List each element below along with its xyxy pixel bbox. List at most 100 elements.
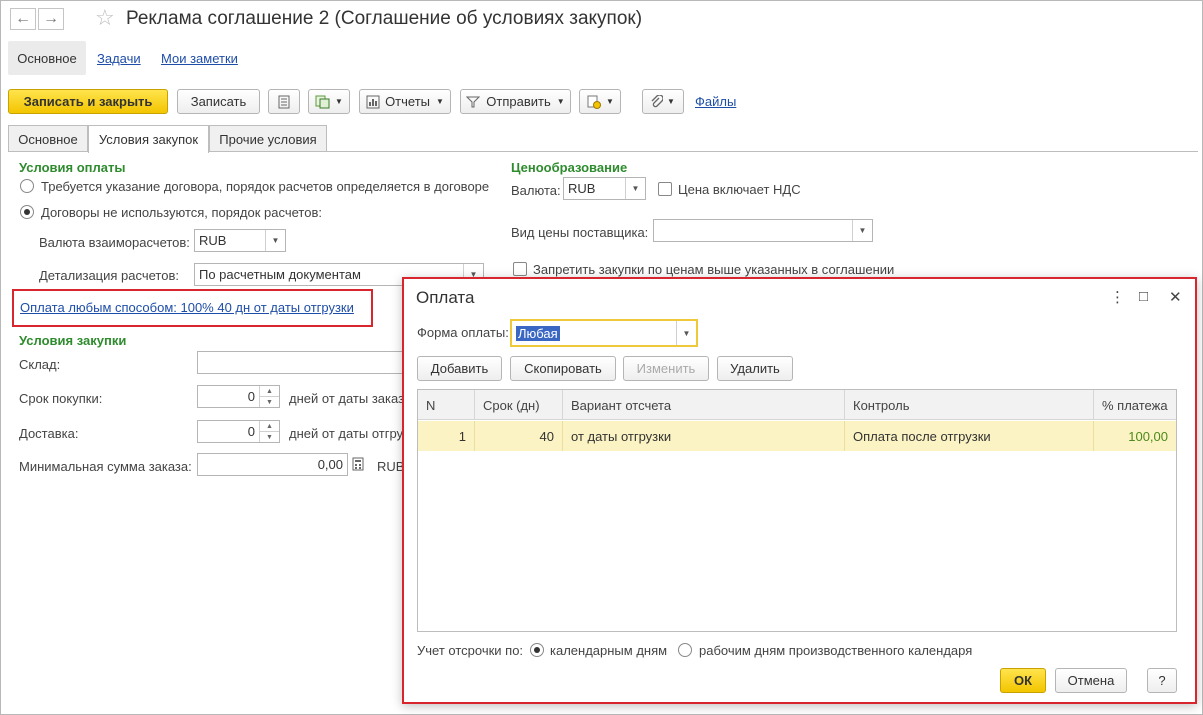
chevron-down-icon: ▼ — [606, 97, 614, 106]
reports-button[interactable]: Отчеты ▼ — [359, 89, 451, 114]
table-header: N Срок (дн) Вариант отсчета Контроль % п… — [418, 390, 1176, 420]
help-button[interactable]: ? — [1147, 668, 1177, 693]
cell-percent: 100,00 — [1128, 428, 1168, 444]
radio-no-contract-label: Договоры не используются, порядок расчет… — [41, 205, 322, 220]
dropdown-arrow-icon[interactable]: ▼ — [625, 178, 645, 199]
settlement-currency-value: RUB — [199, 233, 227, 248]
back-arrow-icon: ← — [15, 10, 31, 27]
cell-variant: от даты отгрузки — [563, 421, 845, 451]
back-button[interactable]: ← — [10, 8, 36, 30]
dropdown-arrow-icon[interactable]: ▼ — [676, 321, 696, 345]
forward-arrow-icon: → — [43, 10, 59, 27]
topnav-notes[interactable]: Мои заметки — [161, 51, 238, 66]
maximize-icon[interactable]: □ — [1139, 288, 1148, 305]
reports-label: Отчеты — [385, 94, 430, 109]
purchase-term-field[interactable]: 0 ▲ ▼ — [197, 385, 280, 408]
pricing-currency-field[interactable]: RUB ▼ — [563, 177, 646, 200]
settlement-detail-value: По расчетным документам — [199, 267, 361, 282]
favorite-star-icon[interactable]: ☆ — [95, 5, 115, 31]
table-row[interactable]: 1 40 от даты отгрузки Оплата после отгру… — [418, 421, 1176, 451]
calculator-icon[interactable] — [352, 457, 364, 474]
clip-icon — [651, 94, 664, 107]
payment-terms-title: Условия оплаты — [19, 160, 126, 175]
payment-form-field[interactable]: Любая ▼ — [510, 319, 698, 347]
topnav-tasks[interactable]: Задачи — [97, 51, 141, 66]
stepper-icon[interactable]: ▲ ▼ — [259, 421, 279, 442]
radio-working-days-label: рабочим дням производственного календаря — [699, 643, 973, 658]
more-menu-icon[interactable]: ⋮ — [1110, 288, 1125, 306]
generate-button[interactable]: ▼ — [308, 89, 350, 114]
purchase-terms-title: Условия закупки — [19, 333, 127, 348]
forbid-higher-prices-checkbox[interactable] — [513, 262, 527, 276]
dialog-title: Оплата — [416, 288, 475, 307]
forbid-higher-prices-label: Запретить закупки по ценам выше указанны… — [533, 262, 895, 277]
copy-row-button[interactable]: Скопировать — [510, 356, 616, 381]
tab-purchase-terms[interactable]: Условия закупок — [88, 125, 209, 153]
purchase-term-suffix: дней от даты заказ — [289, 391, 405, 406]
cell-days: 40 — [475, 421, 563, 451]
add-row-button[interactable]: Добавить — [417, 356, 502, 381]
cell-control: Оплата после отгрузки — [845, 421, 1094, 451]
payment-form-label: Форма оплаты: — [417, 325, 509, 340]
send-label: Отправить — [486, 94, 551, 109]
vat-included-checkbox[interactable] — [658, 182, 672, 196]
cell-n: 1 — [418, 421, 475, 451]
edit-row-button[interactable]: Изменить — [623, 356, 709, 381]
column-header-percent[interactable]: % платежа — [1094, 390, 1176, 420]
column-header-variant[interactable]: Вариант отсчета — [563, 390, 845, 420]
dropdown-arrow-icon[interactable]: ▼ — [852, 220, 872, 241]
topnav-main[interactable]: Основное — [8, 41, 86, 75]
radio-contract-required[interactable] — [20, 179, 34, 193]
chevron-down-icon: ▼ — [667, 97, 675, 106]
send-icon — [466, 96, 481, 107]
print-button[interactable]: ▼ — [579, 89, 621, 114]
window-title: Реклама соглашение 2 (Соглашение об усло… — [126, 8, 643, 29]
save-button[interactable]: Записать — [177, 89, 260, 114]
column-header-control[interactable]: Контроль — [845, 390, 1094, 420]
chevron-down-icon: ▼ — [556, 97, 565, 106]
print-icon — [587, 95, 602, 109]
dropdown-arrow-icon[interactable]: ▼ — [265, 230, 285, 251]
deferral-label: Учет отсрочки по: — [417, 643, 524, 658]
reports-icon — [366, 95, 380, 108]
delivery-field[interactable]: 0 ▲ ▼ — [197, 420, 280, 443]
radio-contract-required-label: Требуется указание договора, порядок рас… — [41, 179, 490, 194]
forward-button[interactable]: → — [38, 8, 64, 30]
radio-no-contract[interactable] — [20, 205, 34, 219]
min-sum-currency: RUB — [377, 459, 405, 474]
purchase-term-value: 0 — [247, 389, 255, 404]
pricing-title: Ценообразование — [511, 160, 628, 175]
send-button[interactable]: Отправить ▼ — [460, 89, 571, 114]
files-link[interactable]: Файлы — [695, 94, 736, 109]
purchase-term-label: Срок покупки: — [19, 391, 103, 406]
delivery-suffix: дней от даты отгру — [289, 426, 404, 441]
ok-button[interactable]: ОК — [1000, 668, 1046, 693]
vat-included-label: Цена включает НДС — [678, 182, 801, 197]
radio-calendar-days[interactable] — [530, 643, 544, 657]
warehouse-label: Склад: — [19, 357, 61, 372]
supplier-price-label: Вид цены поставщика: — [511, 225, 649, 240]
radio-working-days[interactable] — [678, 643, 692, 657]
settlement-currency-label: Валюта взаиморасчетов: — [39, 235, 190, 250]
attach-button[interactable]: ▼ — [642, 89, 684, 114]
list-button[interactable] — [268, 89, 300, 114]
min-sum-label: Минимальная сумма заказа: — [19, 459, 192, 474]
generate-icon — [315, 95, 330, 108]
column-header-days[interactable]: Срок (дн) — [475, 390, 563, 420]
cancel-button[interactable]: Отмена — [1055, 668, 1127, 693]
pricing-currency-value: RUB — [568, 181, 596, 196]
stepper-icon[interactable]: ▲ ▼ — [259, 386, 279, 407]
supplier-price-field[interactable]: ▼ — [653, 219, 873, 242]
close-icon[interactable]: ✕ — [1169, 288, 1182, 306]
delivery-label: Доставка: — [19, 426, 79, 441]
min-sum-field[interactable]: 0,00 — [197, 453, 348, 476]
delete-row-button[interactable]: Удалить — [717, 356, 793, 381]
column-header-n[interactable]: N — [418, 390, 475, 420]
tab-other-terms[interactable]: Прочие условия — [209, 125, 327, 152]
tab-main[interactable]: Основное — [8, 125, 88, 152]
settlement-currency-field[interactable]: RUB ▼ — [194, 229, 286, 252]
payment-form-value: Любая — [516, 325, 560, 341]
save-and-close-button[interactable]: Записать и закрыть — [8, 89, 168, 114]
warehouse-field[interactable] — [197, 351, 407, 374]
min-sum-value: 0,00 — [317, 457, 343, 472]
